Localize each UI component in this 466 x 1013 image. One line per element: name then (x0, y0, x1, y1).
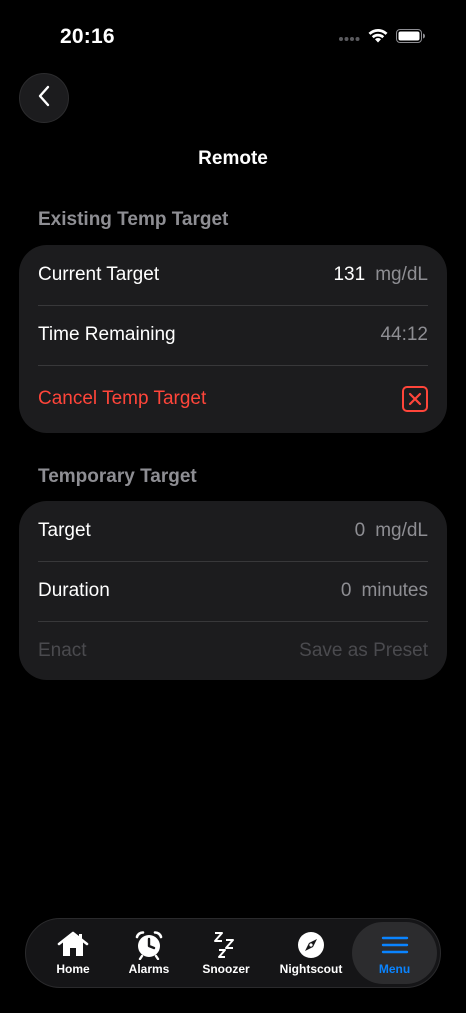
tab-home-label: Home (56, 961, 90, 976)
time-remaining-value: 44:12 (380, 324, 428, 345)
back-button[interactable] (19, 73, 69, 123)
home-icon (57, 931, 89, 959)
status-icons (338, 28, 426, 48)
time-remaining-row: Time Remaining 44:12 (19, 305, 447, 365)
tab-bar: Home Alarms Snoozer Nightscout Menu (25, 918, 441, 988)
menu-icon (381, 931, 409, 959)
chevron-left-icon (37, 85, 51, 112)
tab-alarms[interactable]: Alarms (112, 919, 186, 987)
compass-icon (297, 931, 325, 959)
current-target-label: Current Target (38, 264, 160, 285)
current-target-unit: mg/dL (375, 264, 428, 285)
duration-row[interactable]: Duration 0 minutes (19, 561, 447, 621)
tab-menu[interactable]: Menu (352, 922, 437, 984)
enact-button[interactable]: Enact (38, 640, 299, 662)
actions-row: Enact Save as Preset (19, 621, 447, 680)
temporary-target-header: Temporary Target (38, 466, 197, 487)
tab-snoozer[interactable]: Snoozer (188, 919, 264, 987)
wifi-icon (368, 28, 388, 48)
tab-snoozer-label: Snoozer (202, 961, 250, 976)
zzz-icon (212, 931, 240, 959)
cancel-temp-target-label: Cancel Temp Target (38, 388, 207, 409)
target-value-input[interactable]: 0 (355, 520, 366, 542)
duration-label: Duration (38, 580, 110, 601)
duration-value-input[interactable]: 0 (341, 580, 352, 602)
save-as-preset-button[interactable]: Save as Preset (299, 640, 428, 662)
cellular-signal-icon (338, 29, 360, 47)
status-time: 20:16 (60, 25, 115, 48)
duration-unit: minutes (361, 580, 428, 601)
page-title: Remote (198, 148, 268, 169)
target-row[interactable]: Target 0 mg/dL (19, 501, 447, 561)
cancel-temp-target-row[interactable]: Cancel Temp Target (19, 365, 447, 433)
existing-temp-target-header: Existing Temp Target (38, 209, 229, 230)
temporary-target-card: Target 0 mg/dL Duration 0 minutes Enact … (19, 501, 447, 680)
existing-temp-target-card: Current Target 131 mg/dL Time Remaining … (19, 245, 447, 433)
tab-home[interactable]: Home (36, 919, 110, 987)
battery-icon (396, 28, 426, 48)
tab-alarms-label: Alarms (128, 961, 170, 976)
current-target-row: Current Target 131 mg/dL (19, 245, 447, 305)
alarm-clock-icon (134, 930, 164, 960)
tab-nightscout[interactable]: Nightscout (266, 919, 356, 987)
time-remaining-label: Time Remaining (38, 324, 176, 345)
cancel-x-icon[interactable] (402, 386, 428, 412)
target-label: Target (38, 520, 91, 541)
tab-menu-label: Menu (378, 961, 411, 976)
status-bar: 20:16 (0, 0, 466, 70)
target-unit: mg/dL (375, 520, 428, 541)
tab-nightscout-label: Nightscout (279, 961, 343, 976)
current-target-value: 131 (333, 264, 366, 285)
